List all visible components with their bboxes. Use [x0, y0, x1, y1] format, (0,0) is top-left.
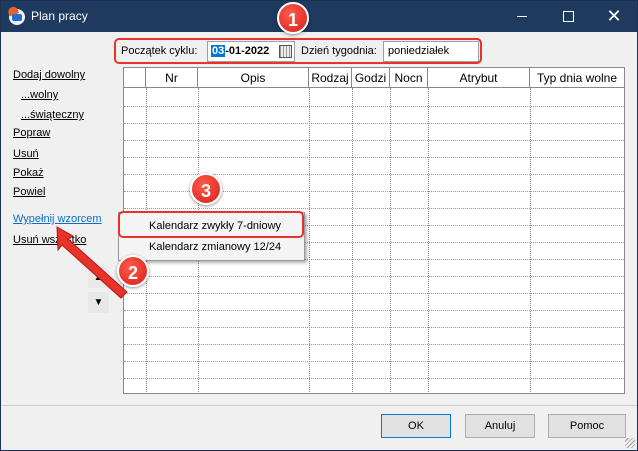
grid-line — [124, 344, 624, 345]
column-header-nocn[interactable]: Nocn — [390, 68, 428, 88]
grid-line — [124, 293, 624, 294]
column-header-blank — [124, 68, 146, 88]
grid-line — [352, 88, 353, 392]
edit-link[interactable]: Popraw — [13, 127, 50, 139]
annotation-badge-2: 2 — [117, 255, 149, 287]
add-free-link[interactable]: ...wolny — [21, 89, 58, 101]
add-holiday-link[interactable]: ...świąteczny — [21, 109, 84, 121]
move-down-button[interactable]: ▼ — [88, 292, 109, 313]
close-icon: ✕ — [606, 6, 622, 26]
title-bar: Plan pracy ✕ — [1, 1, 637, 32]
grid-line — [124, 276, 624, 277]
delete-link[interactable]: Usuń — [13, 148, 39, 160]
grid-line — [124, 378, 624, 379]
annotation-badge-3: 3 — [190, 173, 222, 205]
maximize-button[interactable] — [545, 1, 591, 32]
delete-all-link[interactable]: Usuń wszystko — [13, 234, 86, 246]
grid-line — [124, 157, 624, 158]
cancel-button[interactable]: Anuluj — [465, 414, 535, 438]
grid-line — [428, 88, 429, 392]
column-header-atrybut[interactable]: Atrybut — [428, 68, 530, 88]
grid-line — [124, 327, 624, 328]
column-header-godzi[interactable]: Godzi — [352, 68, 390, 88]
fill-with-template-link[interactable]: Wypełnij wzorcem — [13, 213, 102, 225]
grid-line — [124, 208, 624, 209]
move-up-button[interactable]: ▲ — [88, 267, 109, 288]
grid-line — [124, 361, 624, 362]
maximize-icon — [563, 11, 574, 22]
duplicate-link[interactable]: Powiel — [13, 186, 45, 198]
callout-box-menu-item — [118, 211, 304, 238]
window-title: Plan pracy — [31, 9, 88, 23]
column-header-typ-dnia-wolne[interactable]: Typ dnia wolne — [530, 68, 624, 88]
close-button[interactable]: ✕ — [591, 1, 637, 32]
help-button[interactable]: Pomoc — [548, 414, 626, 438]
grid-line — [124, 123, 624, 124]
grid-line — [309, 88, 310, 392]
annotation-badge-1: 1 — [277, 2, 309, 34]
minimize-icon — [517, 16, 527, 17]
arrow-up-icon: ▲ — [93, 272, 104, 283]
column-header-rodzaj[interactable]: Rodzaj — [309, 68, 352, 88]
resize-grip-icon[interactable] — [625, 438, 635, 448]
ok-button[interactable]: OK — [381, 414, 451, 438]
show-link[interactable]: Pokaż — [13, 167, 44, 179]
plan-pracy-window: Plan pracy ✕ Początek cyklu: 03-01-2022 … — [0, 0, 638, 451]
footer-divider — [1, 405, 637, 406]
column-header-opis[interactable]: Opis — [198, 68, 309, 88]
grid-line — [124, 310, 624, 311]
minimize-button[interactable] — [499, 1, 545, 32]
callout-box-header — [114, 38, 482, 64]
grid-line — [124, 106, 624, 107]
app-logo-icon — [9, 9, 25, 25]
column-header-nr[interactable]: Nr — [146, 68, 198, 88]
grid-line — [530, 88, 531, 392]
arrow-down-icon: ▼ — [93, 297, 104, 308]
add-any-link[interactable]: Dodaj dowolny — [13, 69, 85, 81]
grid-line — [390, 88, 391, 392]
menu-item-calendar-shift-12-24[interactable]: Kalendarz zmianowy 12/24 — [119, 236, 304, 258]
grid-line — [124, 140, 624, 141]
